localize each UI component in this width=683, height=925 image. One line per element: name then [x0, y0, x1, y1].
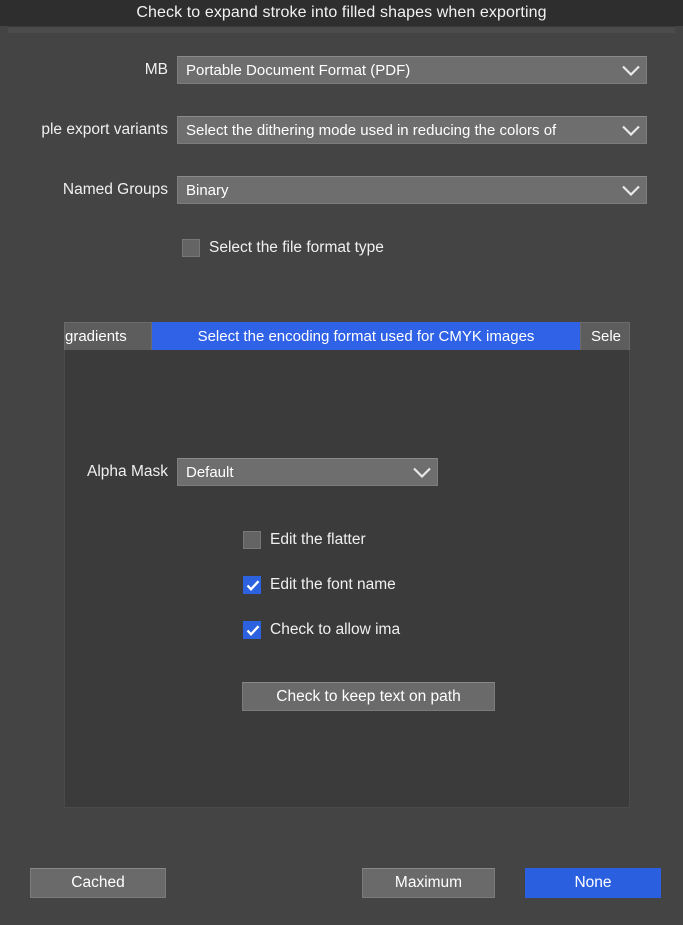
dropdown-file-format-value: Portable Document Format (PDF) — [186, 61, 411, 79]
tab-strip: gradients Select the encoding format use… — [64, 322, 630, 350]
form-row-file-format: MB Portable Document Format (PDF) — [0, 56, 657, 84]
dropdown-alpha-mask[interactable]: Default — [177, 458, 438, 486]
content-top-separator — [8, 26, 675, 33]
tabbed-panel: gradients Select the encoding format use… — [64, 322, 630, 808]
checkbox-allow-images-label: Check to allow ima — [270, 621, 401, 638]
checkbox-allow-images[interactable] — [243, 621, 261, 639]
checkbox-edit-flatter[interactable] — [243, 531, 261, 549]
window-titlebar: Check to expand stroke into filled shape… — [0, 0, 683, 26]
keep-text-on-path-button[interactable]: Check to keep text on path — [242, 682, 495, 711]
tab-gradients-label: gradients — [65, 328, 127, 345]
none-button[interactable]: None — [525, 868, 661, 898]
checkbox-row-edit-font-name[interactable]: Edit the font name — [243, 576, 396, 594]
dropdown-named-groups[interactable]: Binary — [177, 176, 647, 204]
label-alpha-mask: Alpha Mask — [87, 463, 168, 480]
chevron-down-icon — [616, 177, 646, 203]
label-sample-export-variants: ple export variants — [41, 121, 168, 138]
dropdown-dither-mode-value: Select the dithering mode used in reduci… — [186, 121, 557, 139]
checkbox-file-format-type[interactable] — [182, 239, 200, 257]
checkbox-row-edit-flatter[interactable]: Edit the flatter — [243, 531, 366, 549]
dropdown-file-format[interactable]: Portable Document Format (PDF) — [177, 56, 647, 84]
label-mb: MB — [144, 61, 168, 78]
dropdown-alpha-mask-value: Default — [186, 463, 234, 481]
label-named-groups: Named Groups — [62, 181, 168, 198]
form-row-named-groups: Named Groups Binary — [0, 176, 657, 204]
tab-cmyk-encoding-format-label: Select the encoding format used for CMYK… — [197, 328, 535, 345]
checkbox-edit-font-name-label: Edit the font name — [270, 576, 396, 593]
checkbox-edit-font-name[interactable] — [243, 576, 261, 594]
tab-gradients[interactable]: gradients — [64, 322, 152, 350]
checkbox-row-allow-images[interactable]: Check to allow ima — [243, 621, 400, 639]
cached-button[interactable]: Cached — [30, 868, 166, 898]
form-row-dither-mode: ple export variants Select the dithering… — [0, 116, 657, 144]
window-title: Check to expand stroke into filled shape… — [136, 4, 547, 21]
tab-cmyk-encoding-format[interactable]: Select the encoding format used for CMYK… — [152, 322, 580, 350]
chevron-down-icon — [616, 117, 646, 143]
tab-third[interactable]: Sele — [580, 322, 630, 350]
form-row-alpha-mask: Alpha Mask Default — [64, 458, 514, 486]
checkbox-row-file-format-type[interactable]: Select the file format type — [182, 239, 384, 257]
maximum-button[interactable]: Maximum — [362, 868, 495, 898]
dropdown-dither-mode[interactable]: Select the dithering mode used in reduci… — [177, 116, 647, 144]
chevron-down-icon — [407, 459, 437, 485]
checkbox-file-format-type-label: Select the file format type — [209, 239, 384, 256]
dropdown-named-groups-value: Binary — [186, 181, 229, 199]
checkbox-edit-flatter-label: Edit the flatter — [270, 531, 366, 548]
chevron-down-icon — [616, 57, 646, 83]
tab-third-label: Sele — [591, 328, 622, 345]
